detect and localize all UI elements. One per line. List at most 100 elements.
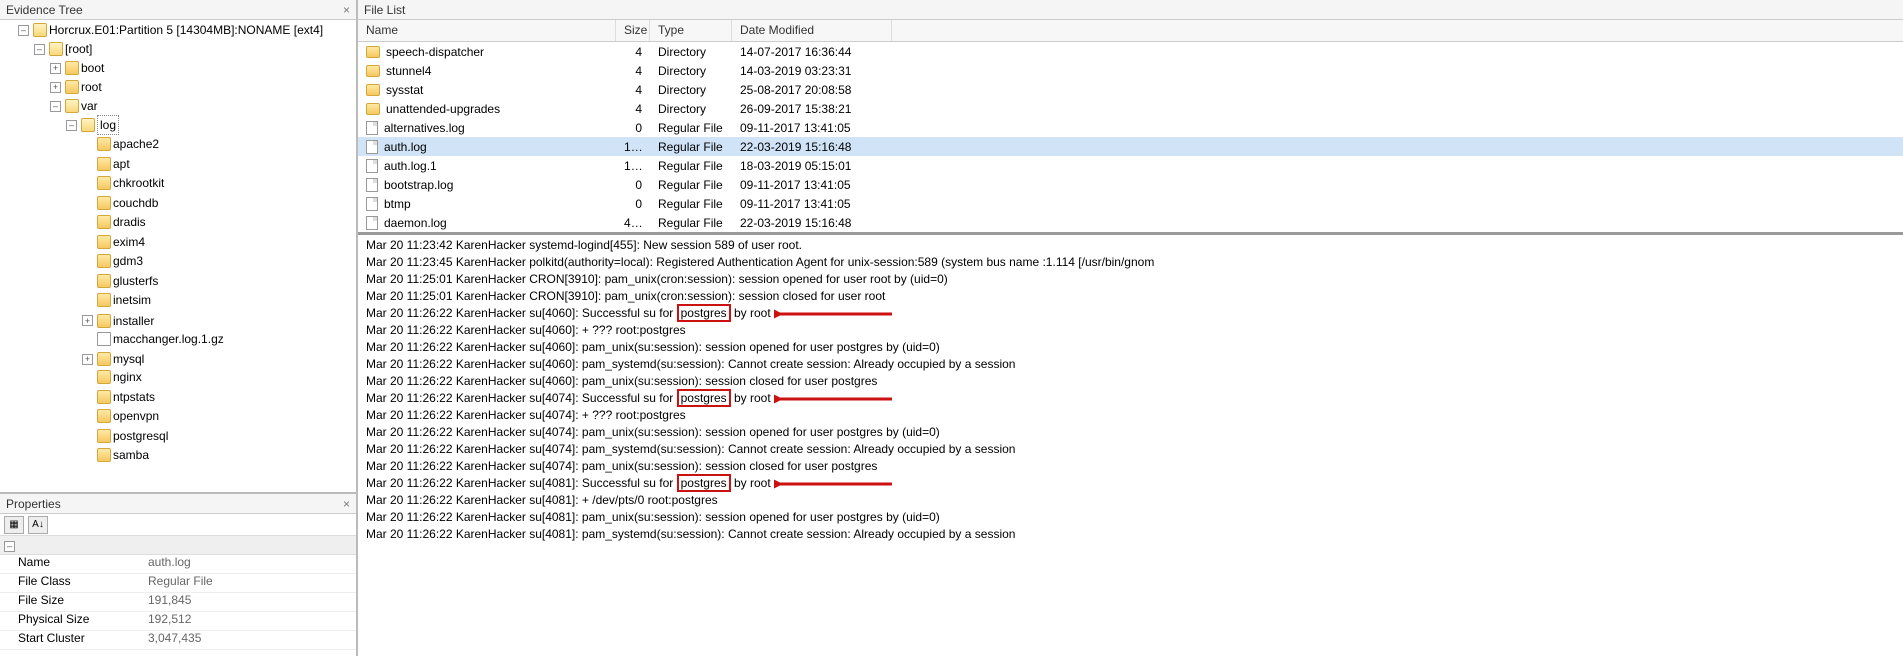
file-row[interactable]: speech-dispatcher4Directory14-07-2017 16… <box>358 42 1903 61</box>
col-date-header[interactable]: Date Modified <box>732 20 892 41</box>
tree-node-apache2[interactable]: apache2 <box>80 135 161 153</box>
log-line: Mar 20 11:26:22 KarenHacker su[4074]: pa… <box>366 441 1895 458</box>
file-date: 14-03-2019 03:23:31 <box>732 64 892 78</box>
tree-node-couchdb[interactable]: couchdb <box>80 194 160 212</box>
tree-label: chkrootkit <box>113 174 164 192</box>
file-list-body[interactable]: speech-dispatcher4Directory14-07-2017 16… <box>358 42 1903 232</box>
highlighted-term: postgres <box>677 389 731 407</box>
tree-node-ntpstats[interactable]: ntpstats <box>80 388 157 406</box>
tree-node-openvpn[interactable]: openvpn <box>80 407 161 425</box>
col-size-header[interactable]: Size <box>616 20 650 41</box>
collapse-icon[interactable]: – <box>18 25 29 36</box>
property-row: Physical Size192,512 <box>0 612 356 631</box>
tree-node-log[interactable]: –log <box>64 115 121 135</box>
properties-category[interactable]: – <box>0 536 356 555</box>
property-key: Start Cluster <box>0 631 148 649</box>
spacer-icon <box>82 236 93 247</box>
expand-icon[interactable]: + <box>50 63 61 74</box>
spacer-icon <box>82 372 93 383</box>
collapse-icon[interactable]: – <box>50 101 61 112</box>
collapse-icon[interactable]: – <box>66 120 77 131</box>
file-icon <box>366 121 378 135</box>
file-size: 0 <box>616 197 650 211</box>
tree-label: ntpstats <box>113 388 155 406</box>
col-name-header[interactable]: Name <box>358 20 616 41</box>
tree-node-partition[interactable]: – Horcrux.E01:Partition 5 [14304MB]:NONA… <box>16 21 325 39</box>
properties-title: Properties <box>6 497 343 511</box>
close-icon[interactable]: × <box>343 497 350 511</box>
property-row: File Size191,845 <box>0 593 356 612</box>
expand-icon[interactable]: + <box>82 315 93 326</box>
spacer-icon <box>82 333 93 344</box>
log-line: Mar 20 11:26:22 KarenHacker su[4060]: pa… <box>366 373 1895 390</box>
file-date: 09-11-2017 13:41:05 <box>732 178 892 192</box>
file-row[interactable]: daemon.log422Regular File22-03-2019 15:1… <box>358 213 1903 232</box>
tree-node-exim4[interactable]: exim4 <box>80 233 147 251</box>
folder-icon <box>97 390 111 404</box>
log-line: Mar 20 11:26:22 KarenHacker su[4081]: + … <box>366 492 1895 509</box>
tree-node-glusterfs[interactable]: glusterfs <box>80 272 160 290</box>
collapse-icon[interactable]: – <box>34 44 45 55</box>
file-icon <box>366 159 378 173</box>
col-type-header[interactable]: Type <box>650 20 732 41</box>
file-date: 22-03-2019 15:16:48 <box>732 216 892 230</box>
spacer-icon <box>82 197 93 208</box>
file-type: Regular File <box>650 121 732 135</box>
property-value: 192,512 <box>148 612 356 630</box>
tree-node-samba[interactable]: samba <box>80 446 151 464</box>
file-name: unattended-upgrades <box>386 102 500 116</box>
tree-node-root2[interactable]: +root <box>48 78 104 96</box>
file-row[interactable]: auth.log.1131Regular File18-03-2019 05:1… <box>358 156 1903 175</box>
spacer-icon <box>82 391 93 402</box>
tree-node-root[interactable]: – [root] <box>32 40 94 58</box>
file-type: Directory <box>650 83 732 97</box>
file-name: daemon.log <box>384 216 447 230</box>
tree-label: openvpn <box>113 407 159 425</box>
file-row[interactable]: auth.log188Regular File22-03-2019 15:16:… <box>358 137 1903 156</box>
evidence-tree[interactable]: – Horcrux.E01:Partition 5 [14304MB]:NONA… <box>0 20 356 492</box>
file-row[interactable]: unattended-upgrades4Directory26-09-2017 … <box>358 99 1903 118</box>
tree-node-boot[interactable]: +boot <box>48 59 106 77</box>
tree-node-gdm3[interactable]: gdm3 <box>80 252 145 270</box>
tree-node-apt[interactable]: apt <box>80 155 132 173</box>
file-size: 422 <box>616 216 650 230</box>
tree-node-postgresql[interactable]: postgresql <box>80 427 170 445</box>
folder-icon <box>97 314 111 328</box>
expand-icon[interactable]: + <box>82 354 93 365</box>
log-line: Mar 20 11:25:01 KarenHacker CRON[3910]: … <box>366 288 1895 305</box>
close-icon[interactable]: × <box>343 3 350 17</box>
tree-node-macchanger.log.1.gz[interactable]: macchanger.log.1.gz <box>80 330 226 348</box>
folder-icon <box>97 254 111 268</box>
content-viewer[interactable]: Mar 20 11:23:42 KarenHacker systemd-logi… <box>358 235 1903 656</box>
folder-icon <box>97 409 111 423</box>
file-type: Directory <box>650 64 732 78</box>
file-row[interactable]: stunnel44Directory14-03-2019 03:23:31 <box>358 61 1903 80</box>
folder-icon <box>366 46 380 58</box>
tree-node-dradis[interactable]: dradis <box>80 213 148 231</box>
file-row[interactable]: btmp0Regular File09-11-2017 13:41:05 <box>358 194 1903 213</box>
file-type: Regular File <box>650 178 732 192</box>
file-type: Regular File <box>650 197 732 211</box>
log-line: Mar 20 11:26:22 KarenHacker su[4074]: + … <box>366 407 1895 424</box>
folder-icon <box>97 370 111 384</box>
file-row[interactable]: alternatives.log0Regular File09-11-2017 … <box>358 118 1903 137</box>
tree-label: apt <box>113 155 130 173</box>
file-row[interactable]: bootstrap.log0Regular File09-11-2017 13:… <box>358 175 1903 194</box>
tree-node-chkrootkit[interactable]: chkrootkit <box>80 174 166 192</box>
tree-node-inetsim[interactable]: inetsim <box>80 291 153 309</box>
tree-node-nginx[interactable]: nginx <box>80 368 144 386</box>
expand-icon[interactable]: + <box>50 82 61 93</box>
folder-icon <box>97 157 111 171</box>
folder-icon <box>366 65 380 77</box>
collapse-icon[interactable]: – <box>4 541 15 552</box>
categorize-icon[interactable]: ▦ <box>4 516 24 534</box>
tree-node-var[interactable]: –var <box>48 97 100 115</box>
tree-node-mysql[interactable]: + mysql <box>80 350 146 368</box>
tree-label: exim4 <box>113 233 145 251</box>
sort-az-icon[interactable]: A↓ <box>28 516 48 534</box>
tree-node-installer[interactable]: +installer <box>80 312 156 330</box>
file-size: 4 <box>616 45 650 59</box>
tree-label: mysql <box>113 350 144 368</box>
folder-icon <box>81 118 95 132</box>
file-row[interactable]: sysstat4Directory25-08-2017 20:08:58 <box>358 80 1903 99</box>
